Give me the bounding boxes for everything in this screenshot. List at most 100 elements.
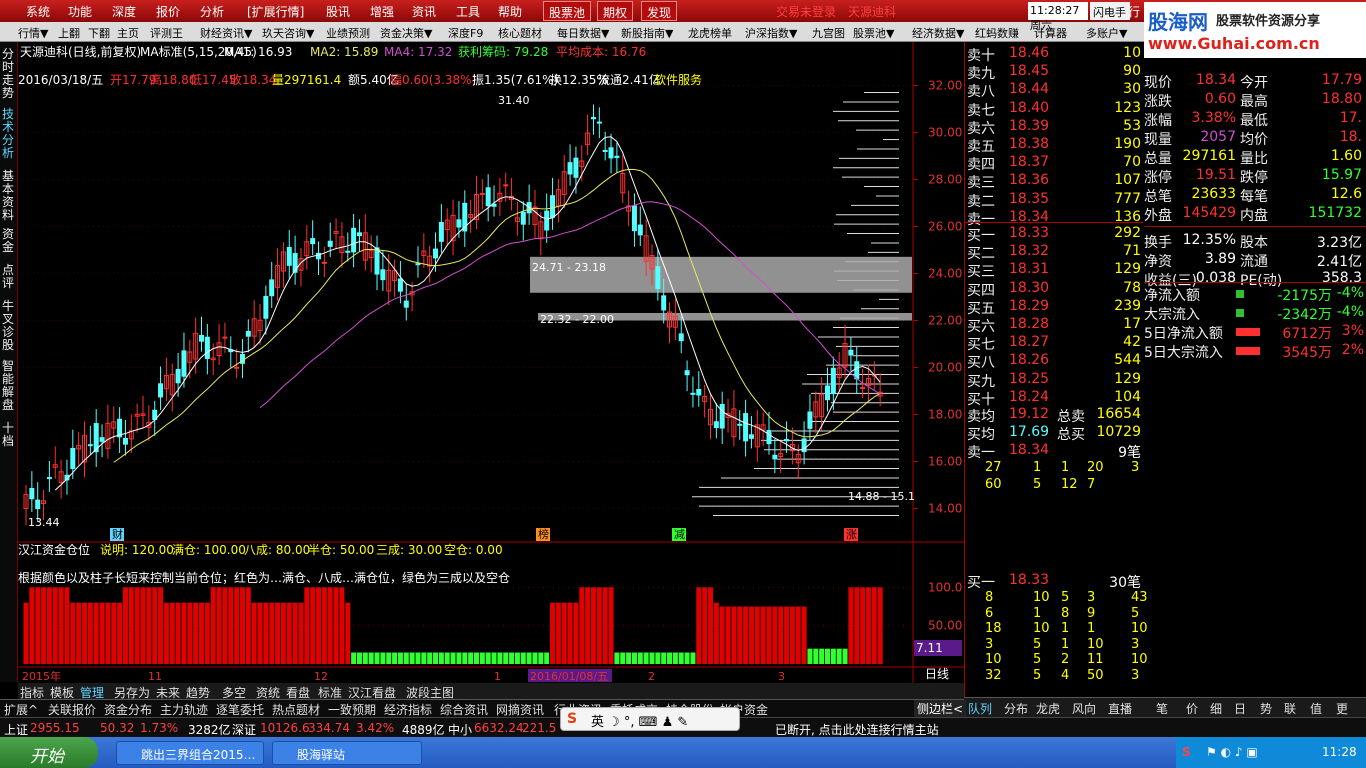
toolbar-item-3[interactable]: 主页: [117, 25, 139, 41]
right-tab-0[interactable]: 队列: [968, 700, 992, 717]
toolbar-item-4[interactable]: 评测王: [150, 25, 183, 41]
sell-2-price: 18.44: [1009, 81, 1050, 98]
menu-item-1[interactable]: 功能: [68, 3, 92, 20]
toolbar-item-10[interactable]: 核心题材: [498, 25, 542, 41]
left-tab-0[interactable]: 分时走势: [2, 48, 16, 100]
menu-item-2[interactable]: 深度: [112, 3, 136, 20]
ext-tab-9[interactable]: 网摘资讯: [496, 701, 544, 718]
left-tab-3[interactable]: 资金: [2, 228, 16, 254]
ime-toolbar[interactable]: S 英 ☽ °, ⌨ ♟ ✎: [560, 707, 740, 731]
quote-value-a: 23633: [1191, 186, 1236, 202]
right-tab-3[interactable]: 风向: [1072, 700, 1096, 717]
menu-highlight-0[interactable]: 股票池: [543, 1, 592, 21]
ext-tab-0[interactable]: 扩展^: [4, 701, 38, 718]
toolbar-item-1[interactable]: 上翻: [58, 25, 80, 41]
flow-bar: [1236, 309, 1244, 317]
toolbar-item-18[interactable]: 红蚂数赚: [975, 25, 1019, 41]
toolbar-item-17[interactable]: 经济数据▼: [912, 25, 964, 41]
quote-value-a: 0.60: [1204, 91, 1236, 107]
sh-percent: 1.73%: [140, 721, 179, 735]
toolbar-item-6[interactable]: 玖天咨询▼: [262, 25, 314, 41]
y-tick-label: 20.00: [928, 361, 962, 375]
candle-body: [520, 211, 526, 225]
left-tab-4[interactable]: 点评: [2, 264, 16, 290]
toolbar-item-12[interactable]: 新股指南▼: [621, 25, 673, 41]
position-bar: [76, 602, 82, 664]
menu-item-3[interactable]: 报价: [156, 3, 180, 20]
left-tab-7[interactable]: 十档: [2, 422, 16, 448]
menu-item-10[interactable]: 帮助: [498, 3, 522, 20]
sh-label: 上证: [4, 723, 29, 737]
toolbar-item-13[interactable]: 龙虎榜单: [688, 25, 732, 41]
ext-tab-3[interactable]: 主力轨迹: [160, 701, 208, 718]
toolbar-item-15[interactable]: 九宫图: [812, 25, 845, 41]
buy-9-price: 18.24: [1009, 388, 1050, 405]
menu-item-4[interactable]: 分析: [200, 3, 224, 20]
sell-1-label: 卖九: [967, 66, 995, 83]
right-tab-7[interactable]: 细: [1210, 700, 1222, 717]
ext-tab-4[interactable]: 逐笔委托: [216, 701, 264, 718]
menu-item-7[interactable]: 增强: [370, 3, 394, 20]
toolbar-item-7[interactable]: 业绩预测: [326, 25, 370, 41]
menu-item-8[interactable]: 资讯: [412, 3, 436, 20]
tray-icons[interactable]: ⚑ ◐ ♪ ▣: [1206, 745, 1258, 759]
right-tab-5[interactable]: 笔: [1156, 700, 1168, 717]
ohlc-float: 流通2.41亿: [598, 72, 661, 87]
login-warning[interactable]: 交易未登录: [776, 3, 836, 20]
ext-tab-1[interactable]: 关联报价: [48, 701, 96, 718]
toolbar-item-11[interactable]: 每日数据▼: [557, 25, 609, 41]
toolbar-item-9[interactable]: 深度F9: [448, 25, 483, 41]
menu-item-6[interactable]: 股讯: [326, 3, 350, 20]
ime-mode-icon[interactable]: 英 ☽ °, ⌨ ♟ ✎: [591, 711, 688, 730]
ext-tab-6[interactable]: 一致预期: [328, 701, 376, 718]
right-tab-11[interactable]: 值: [1310, 700, 1322, 717]
ext-tab-5[interactable]: 热点题材: [272, 701, 320, 718]
left-tab-6[interactable]: 智能解盘: [2, 360, 16, 412]
task-window-1[interactable]: 跳出三界组合2015…: [116, 741, 264, 765]
menu-item-0[interactable]: 系统: [26, 3, 50, 20]
left-tab-5[interactable]: 牛叉诊股: [2, 300, 16, 352]
left-tab-2[interactable]: 基本资料: [2, 170, 16, 222]
quote-label-b: 流通: [1240, 254, 1268, 270]
task-window-2[interactable]: 股海驿站: [272, 741, 422, 765]
left-tab-1[interactable]: 技术分析: [2, 108, 16, 160]
toolbar-item-20[interactable]: 多账户▼: [1086, 25, 1127, 41]
connection-notice[interactable]: 已断开, 点击此处连接行情主站: [775, 721, 939, 738]
right-tab-8[interactable]: 日: [1234, 700, 1246, 717]
quote-label-a: 现价: [1144, 75, 1172, 91]
flash-trade-button[interactable]: 闪电手: [1090, 2, 1130, 20]
right-tab-6[interactable]: 价: [1186, 700, 1198, 717]
sell-0-price: 18.46: [1009, 45, 1050, 61]
buy-6-row: 买七 18.27 42: [965, 334, 1141, 353]
ext-tab-7[interactable]: 经济指标: [384, 701, 432, 718]
menu-item-5[interactable]: [扩展行情]: [247, 3, 304, 20]
toolbar-item-14[interactable]: 沪深指数▼: [745, 25, 797, 41]
toolbar-item-8[interactable]: 资金决策▼: [380, 25, 432, 41]
menu-item-9[interactable]: 工具: [456, 3, 480, 20]
right-tab-10[interactable]: 联: [1284, 700, 1296, 717]
sell1-queue-item: 3: [1131, 460, 1140, 475]
sidebar-toggle[interactable]: 侧边栏<: [914, 700, 967, 717]
position-bar: [23, 602, 29, 664]
start-button[interactable]: 开始: [0, 737, 98, 768]
right-tab-9[interactable]: 势: [1260, 700, 1272, 717]
toolbar-item-16[interactable]: 股票池▼: [853, 25, 894, 41]
ext-tab-8[interactable]: 综合资讯: [440, 701, 488, 718]
sogou-tray-icon[interactable]: S: [1182, 745, 1191, 759]
toolbar-item-2[interactable]: 下翻: [88, 25, 110, 41]
right-tab-4[interactable]: 直播: [1108, 700, 1132, 717]
right-tab-2[interactable]: 龙虎: [1036, 700, 1060, 717]
menu-highlight-1[interactable]: 期权: [597, 1, 634, 21]
menu-highlight-2[interactable]: 发现: [641, 1, 678, 21]
toolbar-item-0[interactable]: 行情▼: [18, 25, 48, 41]
avg-buy-row: 买均 17.69 总买 10729: [965, 424, 1141, 443]
ohlc-date: 2016/03/18/五: [18, 73, 103, 87]
right-tab-1[interactable]: 分布: [1004, 700, 1028, 717]
right-tab-12[interactable]: 更: [1336, 700, 1348, 717]
kline-chart[interactable]: 32.00 30.00 28.00 26.00 24.00 22.00 20.00 18.00…: [18, 42, 964, 684]
ext-tab-2[interactable]: 资金分布: [104, 701, 152, 718]
sogou-icon[interactable]: S: [567, 711, 577, 727]
position-bar: [824, 648, 830, 664]
toolbar-item-5[interactable]: 财经资讯▼: [200, 25, 252, 41]
x-axis-label: 2: [648, 670, 655, 683]
